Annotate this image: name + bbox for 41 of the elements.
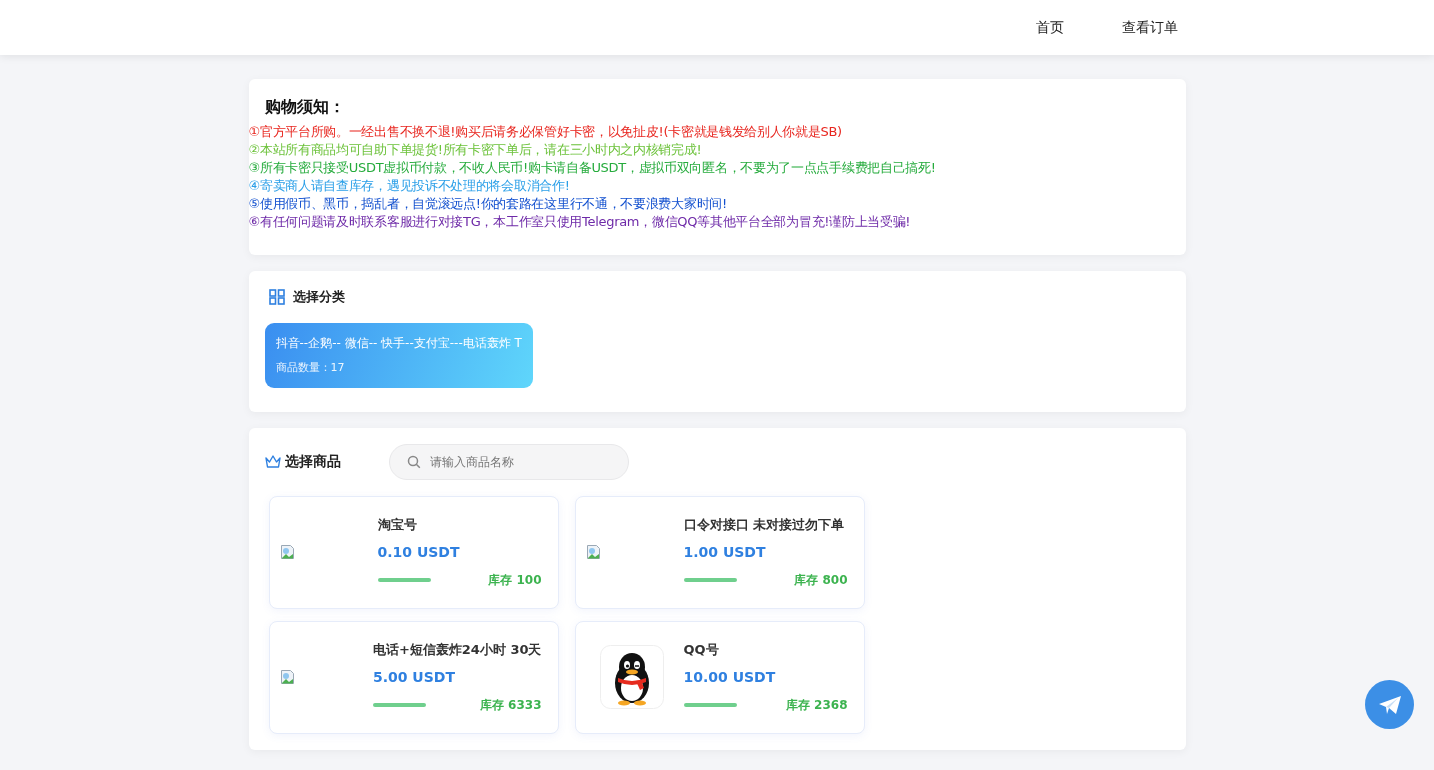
product-card[interactable]: QQ号 10.00 USDT 库存 2368 (574, 620, 865, 734)
notice-line: ④寄卖商人请自查库存，遇见投诉不处理的将会取消合作! (248, 177, 571, 195)
notice-line: ②本站所有商品均可自助下单提货!所有卡密下单后，请在三小时内之内核销完成! (248, 141, 703, 159)
stock-bar (683, 578, 737, 583)
notice-line: ①官方平台所购。一经出售不换不退!购买后请务必保管好卡密，以免扯皮!(卡密就是钱发给别人你就是SB) (248, 123, 843, 141)
product-card[interactable]: 电话+短信轰炸24小时 30天 5.00 USDT 库存 6333 (268, 620, 559, 734)
section-title: 选择商品 (284, 452, 341, 471)
product-price: 10.00 USDT (683, 668, 777, 688)
stock-label: 库存 6333 (479, 697, 542, 715)
nav-link[interactable]: 首页 (1035, 17, 1064, 38)
stock-label: 库存 100 (488, 572, 542, 590)
nav-link[interactable]: 查看订单 (1121, 17, 1178, 38)
notice-line: ⑥有任何问题请及时联系客服进行对接TG，本工作室只使用Telegram，微信QQ等其他平台全部为冒充!谨防上当受骗! (248, 213, 912, 231)
broken-image-icon (585, 544, 602, 560)
notice-line: ③所有卡密只接受USDT虚拟币付款，不收人民币!购卡请自备USDT，虚拟币双向匿名，不要为了一点点手续费把自己搞死! (248, 159, 937, 177)
stock-bar (683, 703, 737, 708)
search-icon (406, 454, 421, 469)
product-card[interactable]: 淘宝号 0.10 USDT 库存 100 (268, 495, 559, 609)
product-price: 0.10 USDT (377, 543, 461, 563)
broken-image-icon (279, 544, 296, 560)
product-price: 1.00 USDT (683, 543, 767, 563)
section-title: 选择分类 (292, 288, 345, 306)
paper-plane-icon (1377, 694, 1402, 715)
product-name: 口令对接口 未对接过勿下单 (683, 515, 846, 534)
notice-line: ⑤使用假币、黑币，捣乱者，自觉滚远点!你的套路在这里行不通，不要浪费大家时间! (248, 195, 728, 213)
product-card[interactable]: 口令对接口 未对接过勿下单 1.00 USDT 库存 800 (574, 495, 865, 609)
product-name: 电话+短信轰炸24小时 30天 (372, 640, 542, 659)
stock-bar (377, 578, 431, 583)
product-name: 淘宝号 (377, 515, 418, 534)
telegram-button[interactable] (1365, 680, 1414, 729)
crown-icon (264, 454, 281, 469)
search-field[interactable]: 请输入商品名称 (388, 443, 629, 480)
broken-image-icon (279, 669, 296, 685)
penguin-icon (599, 645, 664, 709)
stock-bar (372, 703, 426, 708)
stock-label: 库存 2368 (785, 697, 848, 715)
stock-label: 库存 800 (794, 572, 848, 590)
product-name: QQ号 (683, 640, 720, 659)
product-price: 5.00 USDT (372, 668, 456, 688)
notice-title: 购物须知： (263, 96, 346, 118)
grid-icon (268, 288, 285, 305)
